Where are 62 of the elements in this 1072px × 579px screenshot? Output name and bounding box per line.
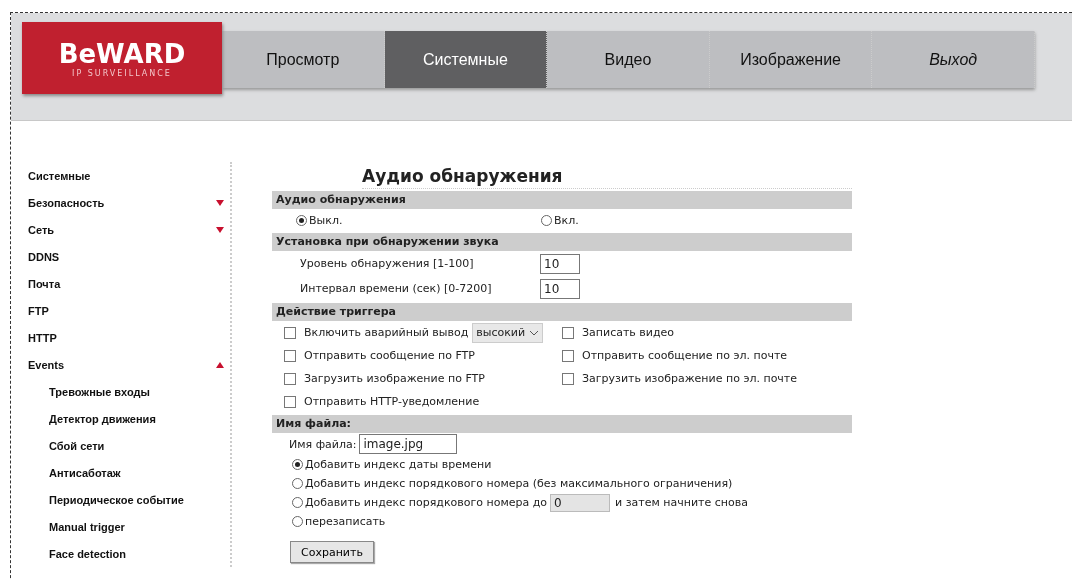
radio-label: Добавить индекс порядкового номера до (305, 496, 548, 509)
radio-label: Вкл. (554, 213, 579, 227)
field-label: Имя файла: (289, 437, 357, 451)
sidebar-item[interactable]: Сеть (28, 223, 55, 236)
nav-tab[interactable]: Системные (384, 31, 548, 88)
radio-label: перезаписать (305, 515, 386, 528)
field-label: Интервал времени (сек) [0-7200] (300, 282, 493, 295)
checkbox[interactable] (284, 395, 296, 408)
field-label: Уровень обнаружения [1-100] (300, 257, 475, 270)
checkbox[interactable] (284, 326, 296, 339)
sidebar-subitem[interactable]: Детектор движения (49, 412, 156, 425)
input-field[interactable]: image.jpg (359, 434, 458, 454)
dropdown[interactable]: высокий (472, 322, 544, 343)
radio-button[interactable] (292, 497, 303, 508)
radio-button[interactable] (292, 459, 303, 470)
checkbox-label: Отправить сообщение по эл. почте (582, 349, 788, 362)
checkbox[interactable] (562, 372, 574, 385)
section-header: Аудио обнаружения (272, 191, 852, 209)
sidebar-item[interactable]: Системные (28, 169, 91, 182)
sidebar-item[interactable]: Безопасность (28, 196, 105, 209)
sidebar-item[interactable]: HTTP (28, 331, 57, 344)
nav-tab[interactable]: Изображение (709, 31, 873, 88)
section-header: Действие триггера (272, 303, 852, 321)
sidebar-item[interactable]: Events (28, 358, 65, 371)
sidebar-subitem[interactable]: Face detection (49, 547, 127, 560)
sidebar-subitem[interactable]: Антисаботаж (49, 466, 121, 479)
section-header: Имя файла: (272, 415, 852, 433)
radio-label-suffix: и затем начните снова (615, 496, 748, 509)
sidebar-item[interactable]: Почта (28, 277, 61, 290)
input-field[interactable]: 10 (540, 253, 580, 274)
nav-tab[interactable]: Выход (872, 31, 1035, 88)
checkbox[interactable] (562, 326, 574, 339)
checkbox-label: Отправить HTTP-уведомление (304, 395, 480, 408)
checkbox-label: Записать видео (582, 326, 675, 339)
input-field[interactable]: 10 (540, 278, 580, 299)
radio-label: Добавить индекс даты времени (305, 458, 492, 471)
checkbox-label: Включить аварийный вывод (304, 326, 469, 339)
logo: BeWARD IP SURVEILLANCE (22, 22, 222, 94)
checkbox-label: Загрузить изображение по эл. почте (582, 372, 798, 385)
checkbox-label: Отправить сообщение по FTP (304, 349, 475, 362)
save-button[interactable]: Сохранить (290, 541, 374, 563)
checkbox[interactable] (562, 349, 574, 362)
nav-tab[interactable]: Просмотр (222, 31, 385, 88)
sidebar-item[interactable]: FTP (28, 304, 49, 317)
checkbox[interactable] (284, 372, 296, 385)
checkbox-label: Загрузить изображение по FTP (304, 372, 485, 385)
radio-label: Выкл. (309, 213, 343, 227)
radio-button[interactable] (292, 478, 303, 489)
page-title: Аудио обнаружения (362, 164, 852, 189)
chevron-down-icon (529, 329, 540, 336)
sidebar-item[interactable]: DDNS (28, 250, 60, 263)
checkbox[interactable] (284, 349, 296, 362)
radio-button[interactable] (292, 516, 303, 527)
radio-label: Добавить индекс порядкового номера (без максимального ограничения) (305, 477, 733, 490)
section-header: Установка при обнаружении звука (272, 233, 852, 251)
nav-tab[interactable]: Видео (547, 31, 710, 88)
radio-button[interactable] (541, 214, 552, 226)
radio-button[interactable] (296, 214, 307, 226)
sidebar-subitem[interactable]: Сбой сети (49, 439, 105, 452)
sidebar-subitem[interactable]: Manual trigger (49, 520, 125, 533)
sidebar-subitem[interactable]: Тревожные входы (49, 385, 150, 398)
sidebar-subitem[interactable]: Периодическое событие (49, 493, 184, 506)
